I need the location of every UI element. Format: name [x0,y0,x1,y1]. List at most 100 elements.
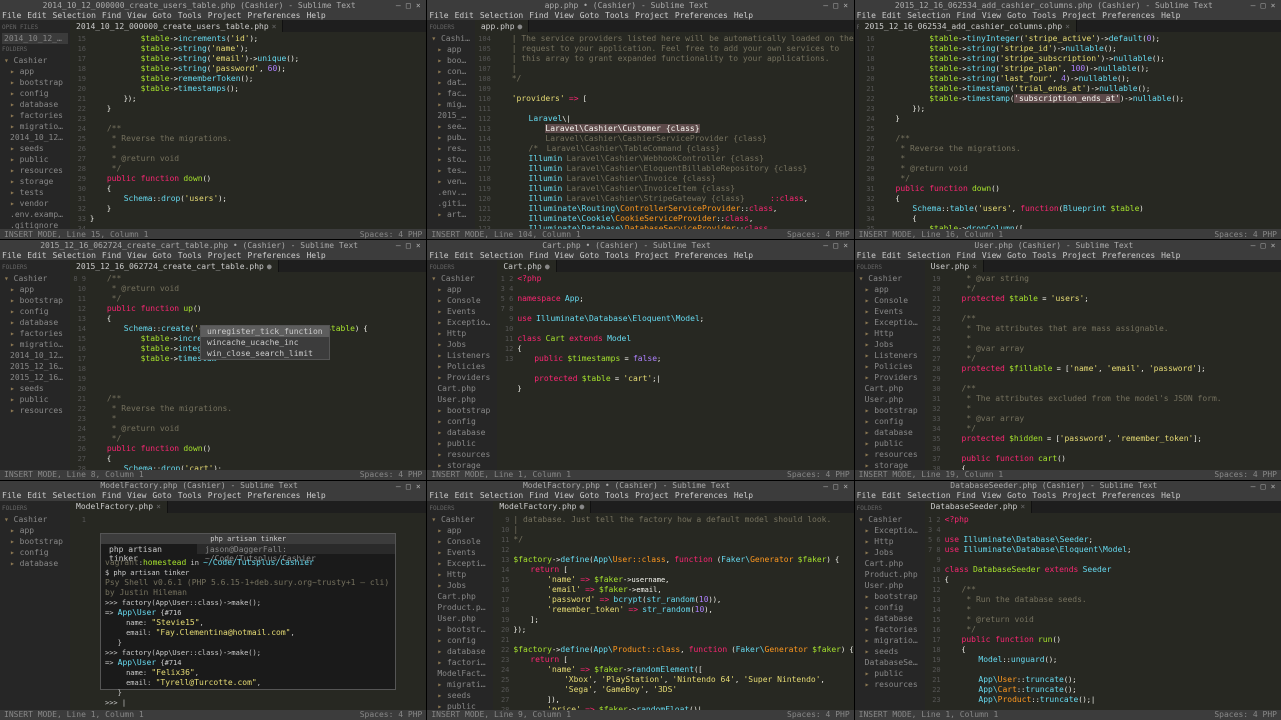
menu-item[interactable]: View [982,251,1001,260]
folder-root[interactable]: Cashier [429,514,491,525]
file-tab[interactable]: app.php● [475,20,530,32]
titlebar[interactable]: User.php (Cashier) - Sublime Text—□× [855,240,1281,250]
menu-item[interactable]: Project [208,491,242,500]
menu-item[interactable]: Preferences [675,251,728,260]
menu-item[interactable]: Selection [480,11,523,20]
menu-item[interactable]: View [982,11,1001,20]
menu-item[interactable]: Preferences [248,491,301,500]
menu-item[interactable]: Help [306,251,325,260]
menu-item[interactable]: Project [1062,251,1096,260]
sidebar-item[interactable]: public [429,701,491,710]
status-spaces[interactable]: Spaces: 4 [360,710,403,719]
menu-item[interactable]: Selection [53,11,96,20]
menu-item[interactable]: View [554,251,573,260]
menu-item[interactable]: Goto [1007,251,1026,260]
win-btn[interactable]: □ [404,241,412,249]
sidebar-item[interactable]: migrations [429,99,473,110]
titlebar[interactable]: 2015_12_16_062534_add_cashier_columns.ph… [855,0,1281,10]
sidebar-item[interactable]: app [2,284,68,295]
terminal-tab[interactable]: php artisan tinker [101,544,197,554]
autocomplete-item[interactable]: wincache_ucache_inc [201,337,329,348]
titlebar[interactable]: DatabaseSeeder.php (Cashier) - Sublime T… [855,481,1281,491]
win-btn[interactable]: × [414,1,422,9]
sidebar-item[interactable]: Exceptions [857,317,923,328]
file-tab[interactable]: DatabaseSeeder.php× [925,501,1033,513]
menu-item[interactable]: Goto [152,11,171,20]
sidebar-item[interactable]: Product.php [429,602,491,613]
sidebar-item[interactable]: database [2,558,68,569]
status-lang[interactable]: PHP [408,710,422,719]
sidebar-item[interactable]: config [2,306,68,317]
sidebar-item[interactable]: resources [429,143,473,154]
sidebar-item[interactable]: seeds [2,143,68,154]
win-btn[interactable]: □ [404,1,412,9]
menu-item[interactable]: Help [1161,251,1180,260]
file-tab[interactable]: User.php× [925,260,984,272]
status-lang[interactable]: PHP [835,710,849,719]
menu-item[interactable]: Selection [907,11,950,20]
sidebar-item[interactable]: 2014_10_12_000000_create... [2,132,68,143]
sidebar-item[interactable]: Policies [857,361,923,372]
sidebar-item[interactable]: migrations [857,635,923,646]
terminal-tab[interactable]: jason@DaggerFall: ~/Code/Tutsplus/Cashie… [197,544,395,554]
menu-item[interactable]: Find [102,251,121,260]
menu-item[interactable]: File [2,491,21,500]
sidebar-item[interactable]: Exceptions [857,525,923,536]
menu-item[interactable]: File [2,251,21,260]
status-lang[interactable]: PHP [835,230,849,239]
sidebar-item[interactable]: vendor [429,176,473,187]
menu-item[interactable]: Tools [178,251,202,260]
sidebar-item[interactable]: Events [857,306,923,317]
menu-item[interactable]: Selection [480,251,523,260]
menu-item[interactable]: Selection [907,491,950,500]
sidebar-item[interactable]: .gitignore [2,220,68,229]
titlebar[interactable]: Cart.php • (Cashier) - Sublime Text—□× [427,240,853,250]
status-spaces[interactable]: Spaces: 4 [360,230,403,239]
menu-item[interactable]: Preferences [675,491,728,500]
menu-item[interactable]: File [857,11,876,20]
menu-item[interactable]: Help [306,11,325,20]
titlebar[interactable]: app.php • (Cashier) - Sublime Text—□× [427,0,853,10]
menu-item[interactable]: Edit [27,491,46,500]
autocomplete-popup[interactable]: unregister_tick_functionwincache_ucache_… [200,325,330,360]
editor[interactable]: 1 2 3 4 5 6 7 8 9 10 11 12 13 14 15 16 1… [925,513,1281,710]
win-btn[interactable]: × [842,1,850,9]
sidebar-item[interactable]: database [429,646,491,657]
close-icon[interactable]: × [1065,22,1070,31]
win-btn[interactable]: × [1269,482,1277,490]
editor[interactable]: 16 17 18 19 20 21 22 23 24 25 26 27 28 2… [859,32,1281,229]
win-btn[interactable]: — [822,1,830,9]
sidebar-item[interactable]: Cart.php [429,383,495,394]
menu-item[interactable]: Preferences [1102,491,1155,500]
menu-item[interactable]: Goto [580,11,599,20]
status-lang[interactable]: PHP [408,470,422,479]
folder-root[interactable]: Cashier [429,273,495,284]
menu-item[interactable]: Tools [1032,491,1056,500]
sidebar-item[interactable]: seeds [429,121,473,132]
menu-item[interactable]: Find [529,251,548,260]
sidebar-item[interactable]: app [429,525,491,536]
win-btn[interactable]: × [1269,241,1277,249]
sidebar-item[interactable]: .gitignore [429,198,473,209]
code-area[interactable]: $table->tinyInteger('stripe_active')->de… [879,32,1281,229]
sidebar-item[interactable]: factories [2,110,68,121]
win-btn[interactable]: □ [1259,1,1267,9]
win-btn[interactable]: — [1249,482,1257,490]
win-btn[interactable]: — [822,241,830,249]
menu-item[interactable]: Project [635,251,669,260]
sidebar-item[interactable]: app [2,525,68,536]
sidebar-item[interactable]: seeds [2,383,68,394]
win-btn[interactable]: □ [832,482,840,490]
win-btn[interactable]: — [1249,241,1257,249]
win-btn[interactable]: × [842,241,850,249]
code-area[interactable]: <?php use Illuminate\Database\Seeder; us… [945,513,1281,710]
menu-item[interactable]: Find [957,491,976,500]
menu-item[interactable]: Edit [27,251,46,260]
sidebar-item[interactable]: seeds [429,690,491,701]
close-icon[interactable]: × [156,502,161,511]
open-file[interactable]: 2014_10_12_000000_create_users_table.php [2,33,68,44]
menu-item[interactable]: Preferences [675,11,728,20]
win-btn[interactable]: × [1269,1,1277,9]
menu-item[interactable]: Find [957,11,976,20]
file-tab[interactable]: 2014_10_12_000000_create_users_table.php… [70,20,283,32]
